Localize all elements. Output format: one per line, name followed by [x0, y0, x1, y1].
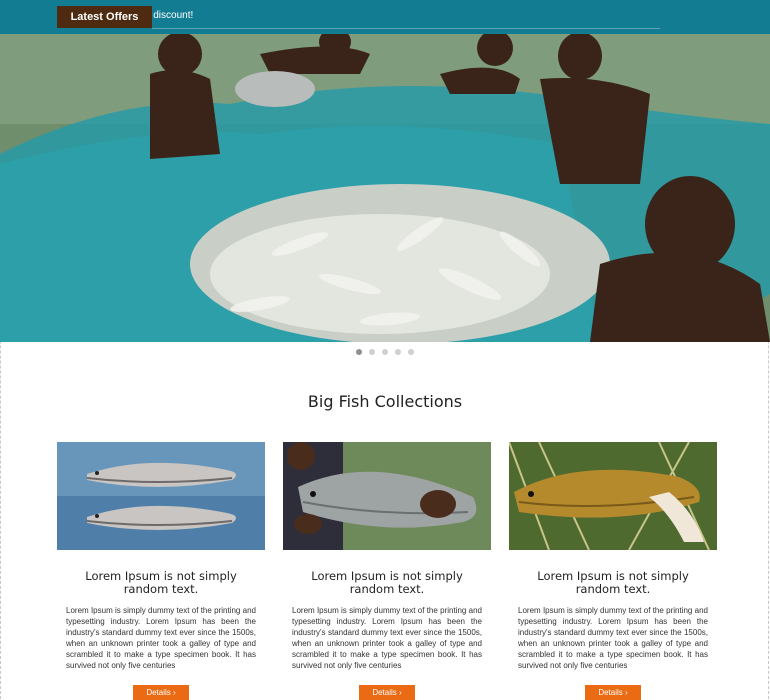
- product-photo-fish: [509, 442, 717, 550]
- product-photo-fish: [57, 442, 265, 550]
- slider-dot-2[interactable]: [369, 349, 375, 355]
- slider-dot-3[interactable]: [382, 349, 388, 355]
- product-description: Lorem Ipsum is simply dummy text of the …: [292, 606, 482, 670]
- hero-fishing-image: [0, 34, 770, 342]
- product-image[interactable]: [283, 442, 491, 550]
- details-button[interactable]: Details ›: [359, 685, 415, 700]
- section-title: Big Fish Collections: [307, 392, 463, 411]
- offers-ticker[interactable]: 5% discount!: [152, 6, 660, 29]
- product-card: Lorem Ipsum is not simply random text. L…: [57, 442, 265, 700]
- product-description: Lorem Ipsum is simply dummy text of the …: [518, 606, 708, 670]
- details-button[interactable]: Details ›: [585, 685, 641, 700]
- slider-dots: [356, 349, 414, 355]
- slider-dot-5[interactable]: [408, 349, 414, 355]
- product-card: Lorem Ipsum is not simply random text. L…: [283, 442, 491, 700]
- slider-dot-1[interactable]: [356, 349, 362, 355]
- hero-slider[interactable]: [0, 34, 770, 342]
- latest-offers-badge: Latest Offers: [57, 6, 152, 28]
- product-photo-fish: [283, 442, 491, 550]
- latest-offers-bar: Latest Offers 5% discount!: [0, 0, 770, 34]
- offers-ticker-text[interactable]: 5% discount!: [152, 6, 193, 26]
- product-card: Lorem Ipsum is not simply random text. L…: [509, 442, 717, 700]
- product-description: Lorem Ipsum is simply dummy text of the …: [66, 606, 256, 670]
- product-title: Lorem Ipsum is not simply random text.: [537, 569, 689, 596]
- details-button[interactable]: Details ›: [133, 685, 189, 700]
- product-image[interactable]: [57, 442, 265, 550]
- product-title: Lorem Ipsum is not simply random text.: [311, 569, 463, 596]
- slider-dot-4[interactable]: [395, 349, 401, 355]
- product-title: Lorem Ipsum is not simply random text.: [85, 569, 237, 596]
- product-image[interactable]: [509, 442, 717, 550]
